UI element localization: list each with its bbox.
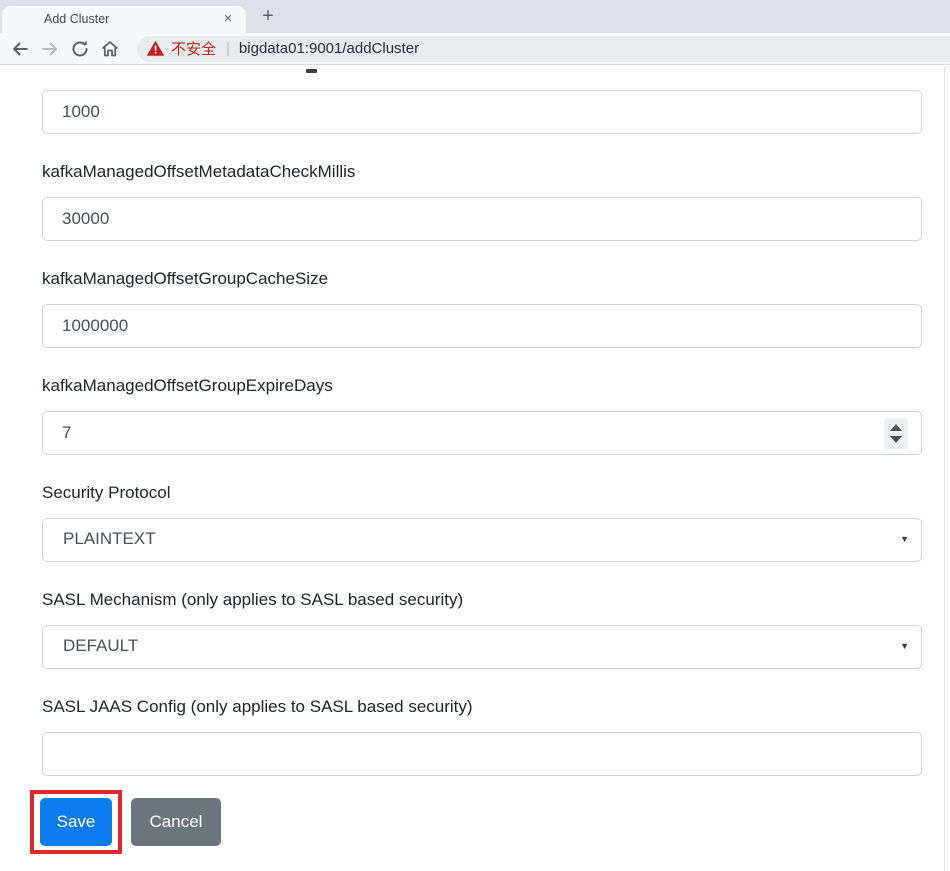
- reload-icon: [72, 40, 88, 56]
- save-button[interactable]: Save: [40, 798, 112, 846]
- omnibox-separator: |: [226, 40, 230, 57]
- form-group: kafkaManagedOffsetMetadataCheckMillis: [42, 161, 922, 241]
- form-group: [42, 90, 922, 134]
- page-content: kafkaManagedOffsetMetadataCheckMillis ka…: [0, 66, 950, 871]
- kafka-managed-offset-group-expire-days-input[interactable]: [42, 411, 922, 455]
- url-text[interactable]: bigdata01:9001/addCluster: [239, 40, 419, 57]
- form-actions: Save Cancel: [30, 790, 922, 854]
- browser-window: Add Cluster ✕ + 不安全 | bigdata01:9001/add…: [0, 0, 950, 871]
- reload-button[interactable]: [65, 34, 95, 64]
- close-icon[interactable]: ✕: [219, 10, 237, 28]
- kafka-managed-offset-group-cache-size-input[interactable]: [42, 304, 922, 348]
- back-button[interactable]: [5, 34, 35, 64]
- tab-title: Add Cluster: [44, 12, 110, 26]
- chevron-down-icon: ▼: [900, 534, 909, 544]
- chevron-down-icon: ▼: [900, 641, 909, 651]
- form-group: Security Protocol PLAINTEXT ▼: [42, 482, 922, 562]
- new-tab-button[interactable]: +: [254, 3, 282, 31]
- kafka-managed-offset-group-expire-days-label: kafkaManagedOffsetGroupExpireDays: [42, 376, 333, 395]
- sasl-mechanism-select[interactable]: DEFAULT ▼: [42, 625, 922, 669]
- security-protocol-select[interactable]: PLAINTEXT ▼: [42, 518, 922, 562]
- warning-triangle-icon: [147, 41, 164, 56]
- sasl-jaas-config-label: SASL JAAS Config (only applies to SASL b…: [42, 697, 473, 716]
- home-button[interactable]: [95, 34, 125, 64]
- number-input-wrapper: [42, 411, 922, 455]
- cutoff-label-fragment: [306, 69, 317, 73]
- page-scrollbar[interactable]: [944, 66, 950, 871]
- security-protocol-label: Security Protocol: [42, 483, 171, 502]
- unlabeled-top-input[interactable]: [42, 90, 922, 134]
- cancel-button[interactable]: Cancel: [131, 798, 221, 846]
- spinner-down-icon[interactable]: [890, 436, 902, 443]
- tab-strip: Add Cluster ✕ +: [0, 0, 950, 33]
- form-group: kafkaManagedOffsetGroupCacheSize: [42, 268, 922, 348]
- number-stepper[interactable]: [884, 418, 908, 449]
- forward-button: [35, 34, 65, 64]
- spinner-up-icon[interactable]: [890, 424, 902, 431]
- address-bar[interactable]: 不安全 | bigdata01:9001/addCluster: [137, 35, 950, 62]
- kafka-managed-offset-metadata-check-millis-input[interactable]: [42, 197, 922, 241]
- sasl-jaas-config-input[interactable]: [42, 732, 922, 776]
- kafka-managed-offset-group-cache-size-label: kafkaManagedOffsetGroupCacheSize: [42, 269, 329, 288]
- add-cluster-form: kafkaManagedOffsetMetadataCheckMillis ka…: [30, 90, 922, 854]
- back-arrow-icon: [13, 42, 28, 55]
- security-warning-text[interactable]: 不安全: [171, 38, 216, 59]
- home-icon: [101, 40, 119, 56]
- selected-value: PLAINTEXT: [63, 529, 156, 548]
- plus-icon: +: [262, 5, 274, 27]
- form-group: SASL JAAS Config (only applies to SASL b…: [42, 696, 922, 776]
- selected-value: DEFAULT: [63, 636, 139, 655]
- browser-toolbar: 不安全 | bigdata01:9001/addCluster: [0, 33, 950, 65]
- browser-tab[interactable]: Add Cluster ✕: [2, 6, 246, 33]
- annotation-highlight-box: Save: [30, 790, 122, 854]
- form-group: SASL Mechanism (only applies to SASL bas…: [42, 589, 922, 669]
- sasl-mechanism-label: SASL Mechanism (only applies to SASL bas…: [42, 590, 464, 609]
- kafka-managed-offset-metadata-check-millis-label: kafkaManagedOffsetMetadataCheckMillis: [42, 162, 356, 181]
- form-group: kafkaManagedOffsetGroupExpireDays: [42, 375, 922, 455]
- forward-arrow-icon: [42, 42, 57, 55]
